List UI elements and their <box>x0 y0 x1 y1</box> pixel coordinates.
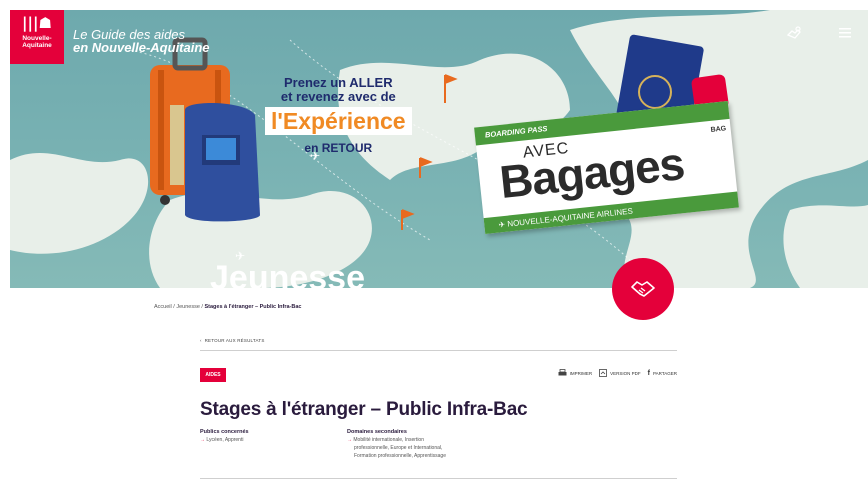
arrow-right-icon: → <box>347 437 352 443</box>
domaines-secondaires: Domaines secondaires → Mobilité internat… <box>347 428 446 460</box>
breadcrumb-current: Stages à l'étranger – Public Infra-Bac <box>204 304 302 310</box>
tagline-line3: en RETOUR <box>304 141 373 155</box>
domaines-line: Mobilité internationale, Insertion <box>353 437 424 443</box>
region-logo[interactable]: |||☗ Nouvelle-Aquitaine <box>10 10 64 64</box>
guide-title-line2: en Nouvelle-Aquitaine <box>73 40 210 55</box>
hero-tagline: Prenez un ALLER et revenez avec de l'Exp… <box>265 76 412 155</box>
category-tag[interactable]: AIDES <box>200 368 226 382</box>
handshake-badge-icon <box>631 281 655 297</box>
region-logo-text: Nouvelle-Aquitaine <box>22 35 52 49</box>
guide-title[interactable]: Le Guide des aides en Nouvelle-Aquitaine <box>73 28 210 54</box>
facebook-icon: f <box>647 369 650 377</box>
domaines-line: professionnelle, Europe et International… <box>354 445 443 451</box>
domaines-label: Domaines secondaires <box>347 429 407 435</box>
pdf-label: VERSION PDF <box>610 370 641 376</box>
hero-banner: ✈ ✈ |||☗ Nouvelle-Aquitaine Le Guide des… <box>10 10 868 288</box>
chevron-left-icon: ‹ <box>200 338 202 343</box>
handshake-icon[interactable] <box>786 26 804 44</box>
share-button[interactable]: f PARTAGER <box>648 370 677 377</box>
tagline-big: l'Expérience <box>265 107 412 135</box>
section-title: Jeunesse <box>210 259 365 288</box>
print-button[interactable]: IMPRIMER <box>558 369 593 377</box>
tagline-line2: et revenez avec de <box>280 89 396 104</box>
arrow-right-icon: → <box>200 437 205 443</box>
breadcrumb-home[interactable]: Accueil <box>154 304 172 310</box>
section-handshake-badge <box>612 258 674 320</box>
publics-concernes: Publics concernés → Lycéen, Apprenti <box>200 428 249 444</box>
breadcrumb-sep: / <box>173 304 175 310</box>
pass-code: BAG <box>710 125 727 134</box>
breadcrumb: Accueil / Jeunesse / Stages à l'étranger… <box>154 304 301 310</box>
divider <box>200 350 677 351</box>
publics-label: Publics concernés <box>200 429 249 435</box>
publics-value: Lycéen, Apprenti <box>206 437 244 443</box>
breadcrumb-sep: / <box>201 304 203 310</box>
pdf-button[interactable]: VERSION PDF <box>599 369 641 377</box>
share-label: PARTAGER <box>652 370 677 376</box>
breadcrumb-section[interactable]: Jeunesse <box>176 304 200 310</box>
divider <box>200 478 677 479</box>
page-actions: IMPRIMER VERSION PDF f PARTAGER <box>558 369 677 377</box>
menu-icon[interactable] <box>838 26 856 44</box>
back-to-results-link[interactable]: ‹ RETOUR AUX RÉSULTATS <box>200 338 265 343</box>
printer-icon <box>558 369 567 376</box>
region-logo-mark: |||☗ <box>22 14 52 32</box>
tagline-line1: Prenez un ALLER <box>284 75 393 90</box>
print-label: IMPRIMER <box>569 370 593 376</box>
domaines-line: Formation professionnelle, Apprentissage <box>354 453 446 459</box>
page-title: Stages à l'étranger – Public Infra-Bac <box>200 399 528 420</box>
back-to-results-label: RETOUR AUX RÉSULTATS <box>204 338 265 343</box>
pdf-icon <box>599 369 608 377</box>
